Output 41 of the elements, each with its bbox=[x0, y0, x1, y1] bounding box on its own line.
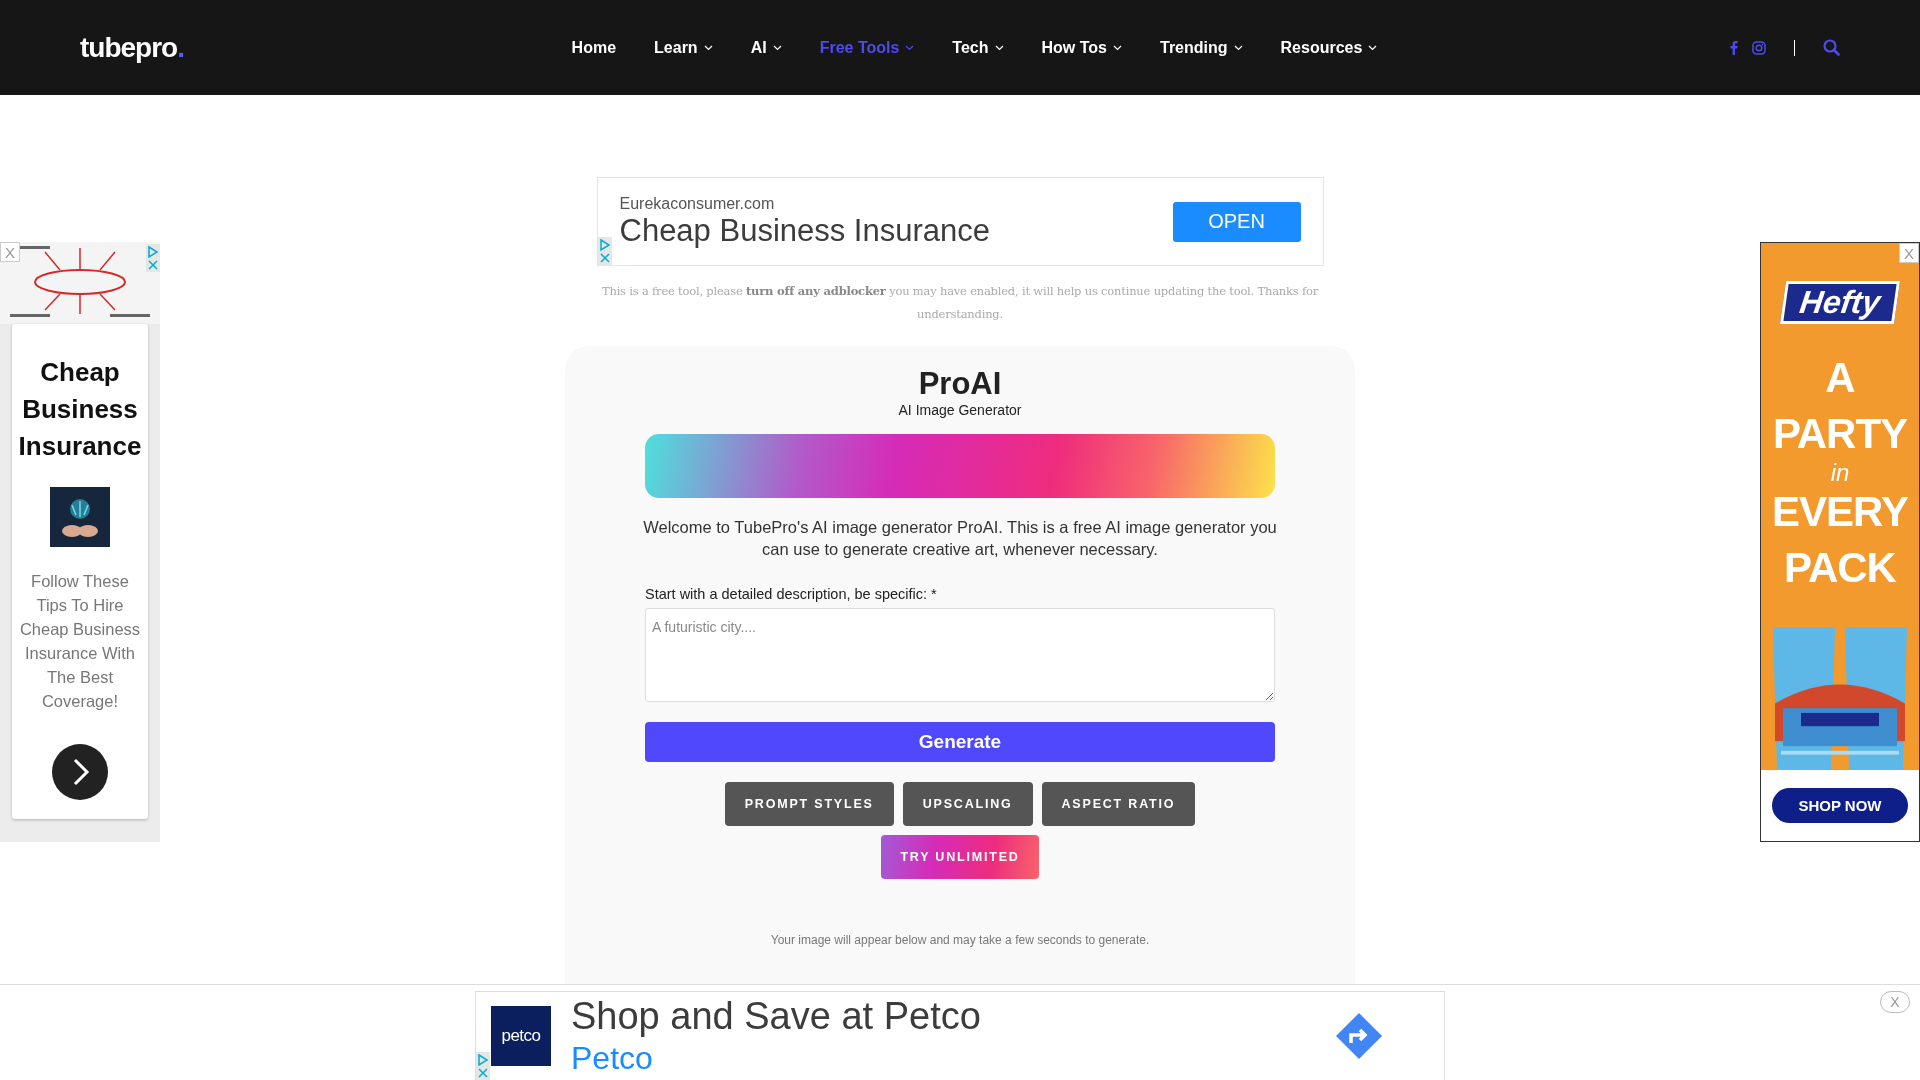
directions-icon[interactable] bbox=[1334, 1011, 1384, 1061]
next-button[interactable] bbox=[51, 743, 109, 801]
slogan-text: EVERY bbox=[1772, 487, 1908, 537]
site-logo[interactable]: tubepro. bbox=[80, 31, 460, 64]
option-button[interactable]: UPSCALING bbox=[902, 782, 1033, 826]
slogan-text: in bbox=[1830, 462, 1850, 484]
tool-title: ProAI bbox=[918, 366, 1002, 402]
nav-link[interactable]: Tech bbox=[952, 38, 1004, 57]
search-icon[interactable] bbox=[1823, 39, 1840, 56]
facebook-icon[interactable] bbox=[1729, 40, 1738, 55]
prompt-field[interactable]: A futuristic city.... bbox=[645, 608, 1275, 702]
generate-button[interactable]: Generate bbox=[645, 722, 1275, 762]
nav-link[interactable]: How Tos bbox=[1041, 38, 1122, 57]
nav-link[interactable]: Trending bbox=[1160, 38, 1243, 57]
ad-domain: Eurekaconsumer.com bbox=[619, 194, 776, 213]
brand-logo: Hefty bbox=[1779, 281, 1900, 324]
nav-link[interactable]: AI bbox=[750, 38, 782, 57]
slogan-text: A bbox=[1825, 353, 1855, 403]
slogan-text: PACK bbox=[1784, 543, 1896, 593]
ad-headline[interactable]: Cheap Business Insurance bbox=[12, 354, 148, 465]
ad-headline[interactable]: Shop and Save at Petco bbox=[571, 994, 1334, 1038]
prompt-label: Start with a detailed description, be specific: * bbox=[645, 586, 938, 602]
footnote: Your image will appear below and may take a few seconds to generate. bbox=[770, 933, 1150, 947]
option-button[interactable]: PROMPT STYLES bbox=[724, 782, 894, 826]
instagram-icon[interactable] bbox=[1752, 40, 1766, 55]
nav-link[interactable]: Home bbox=[571, 38, 617, 57]
slogan-text: PARTY bbox=[1772, 409, 1908, 459]
upgrade-button[interactable]: TRY UNLIMITED bbox=[881, 835, 1039, 879]
ad-choices-icon[interactable] bbox=[146, 244, 160, 272]
ad-choices-icon[interactable] bbox=[476, 1052, 490, 1080]
shop-now-button[interactable]: SHOP NOW bbox=[1772, 787, 1908, 823]
ad-headline[interactable]: Cheap Business Insurance bbox=[619, 212, 1173, 249]
option-button[interactable]: ASPECT RATIO bbox=[1041, 782, 1196, 826]
intro-text: Welcome to TubePro's AI image generator ProAI. This is a free AI image generator you can use to generate creative art, whenever necessary. bbox=[642, 517, 1278, 560]
nav-link[interactable]: Learn bbox=[654, 38, 713, 57]
nav-link[interactable]: Resources bbox=[1280, 38, 1378, 57]
adblock-notice: This is a free tool, please turn off any adblocker you may have enabled, it will help us continue updating the tool. Thanks for understanding. bbox=[600, 283, 1320, 323]
ad-choices-icon[interactable] bbox=[597, 237, 612, 265]
brand-logo: petco bbox=[491, 1006, 551, 1066]
ad-description: Follow These Tips To Hire Cheap Business Insurance With The Best Coverage! bbox=[18, 571, 142, 712]
tool-subtitle: AI Image Generator bbox=[898, 402, 1022, 418]
